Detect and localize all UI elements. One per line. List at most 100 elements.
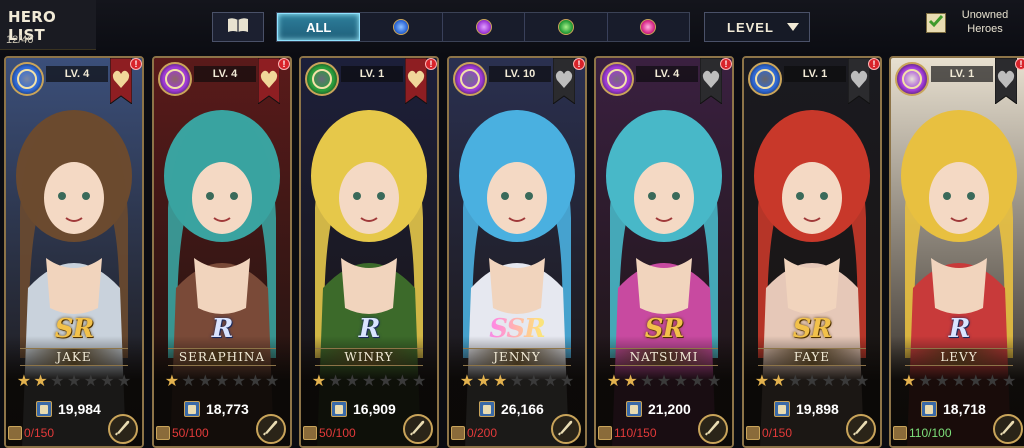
hero-shards: 0/150 (762, 426, 793, 440)
tab-water[interactable] (360, 13, 443, 41)
hero-level: LV. 4 (46, 66, 108, 82)
tab-nature[interactable] (525, 13, 608, 41)
alert-icon: ! (130, 58, 142, 70)
hero-card[interactable]: LV. 4 ! SR JAKE ★ ★ ★ ★ ★ ★ ★ 19,984 0/150 (4, 56, 144, 448)
book-icon (227, 17, 249, 38)
quill-icon (704, 418, 722, 441)
star-icon: ★ (1002, 373, 1017, 390)
sort-dropdown[interactable]: LEVEL (704, 12, 810, 42)
star-rating: ★ ★ ★ ★ ★ ★ ★ (459, 374, 575, 390)
star-icon: ★ (328, 373, 343, 390)
star-icon: ★ (606, 373, 622, 390)
star-icon: ★ (16, 373, 32, 390)
hero-level: LV. 10 (489, 66, 551, 82)
hero-level: LV. 4 (636, 66, 698, 82)
star-icon: ★ (918, 373, 933, 390)
shard-row: 50/100 (156, 424, 209, 442)
star-icon: ★ (83, 373, 98, 390)
tab-fire[interactable] (607, 13, 690, 41)
unowned-heroes-label: Unowned Heroes (961, 9, 1009, 35)
favorite-ribbon[interactable] (110, 58, 132, 104)
favorite-ribbon[interactable] (553, 58, 575, 104)
hero-rarity: R (358, 314, 381, 344)
power-scroll-icon (921, 401, 937, 417)
hero-power: 21,200 (648, 401, 691, 417)
dark-element-icon (475, 19, 492, 35)
star-icon: ★ (821, 373, 836, 390)
hero-power: 18,773 (206, 401, 249, 417)
star-icon: ★ (231, 373, 246, 390)
star-icon: ★ (412, 373, 427, 390)
hero-name: NATSUMI (610, 348, 718, 366)
soul-shard-icon (156, 426, 170, 440)
power-scroll-icon (774, 401, 790, 417)
hero-name: SERAPHINA (168, 348, 276, 366)
hero-card[interactable]: LV. 10 ! SSR JENNY ★ ★ ★ ★ ★ ★ ★ 26,166 0/200 (447, 56, 587, 448)
favorite-ribbon[interactable] (405, 58, 427, 104)
hero-level: LV. 4 (194, 66, 256, 82)
hero-level: LV. 1 (931, 66, 993, 82)
water-element-icon (393, 19, 410, 35)
power-scroll-icon (36, 401, 52, 417)
star-rating: ★ ★ ★ ★ ★ ★ ★ (901, 374, 1017, 390)
recruit-button[interactable] (993, 414, 1023, 444)
hero-power: 19,984 (58, 401, 101, 417)
codex-button[interactable] (212, 12, 264, 42)
hero-card[interactable]: LV. 1 ! SR FAYE ★ ★ ★ ★ ★ ★ ★ 19,898 0/150 (742, 56, 882, 448)
star-icon: ★ (560, 373, 575, 390)
top-bar: HERO LIST 12/40 ALL LEVEL Unowned Heroes (0, 0, 1024, 56)
hero-power: 16,909 (353, 401, 396, 417)
recruit-button[interactable] (403, 414, 433, 444)
star-icon: ★ (181, 373, 196, 390)
element-badge-icon (748, 62, 782, 96)
hero-card[interactable]: LV. 1 ! R WINRY ★ ★ ★ ★ ★ ★ ★ 16,909 50/100 (299, 56, 439, 448)
shard-row: 110/150 (598, 424, 657, 442)
hero-card[interactable]: LV. 4 ! SR NATSUMI ★ ★ ★ ★ ★ ★ ★ 21,200 110/15… (594, 56, 734, 448)
star-icon: ★ (117, 373, 132, 390)
quill-icon (852, 418, 870, 441)
star-icon: ★ (543, 373, 558, 390)
star-icon: ★ (395, 373, 410, 390)
hero-shards: 50/100 (319, 426, 356, 440)
element-glyph-icon (755, 69, 775, 89)
soul-shard-icon (598, 426, 612, 440)
tab-all[interactable]: ALL (277, 13, 361, 41)
star-icon: ★ (623, 373, 638, 390)
alert-icon: ! (278, 58, 290, 70)
hero-rarity: R (948, 314, 971, 344)
star-icon: ★ (526, 373, 541, 390)
hero-count: 12/40 (6, 34, 34, 46)
favorite-ribbon[interactable] (258, 58, 280, 104)
star-icon: ★ (66, 373, 82, 390)
star-icon: ★ (459, 373, 475, 390)
recruit-button[interactable] (698, 414, 728, 444)
element-badge-icon (158, 62, 192, 96)
hero-rarity: R (211, 314, 234, 344)
tab-dark[interactable] (442, 13, 526, 41)
star-icon: ★ (164, 373, 180, 390)
star-rating: ★ ★ ★ ★ ★ ★ ★ (606, 374, 722, 390)
hero-card[interactable]: LV. 1 ! R LEVY ★ ★ ★ ★ ★ ★ ★ 18,718 110/100 (889, 56, 1024, 448)
recruit-button[interactable] (256, 414, 286, 444)
star-icon: ★ (771, 373, 786, 390)
recruit-button[interactable] (846, 414, 876, 444)
quill-icon (409, 418, 427, 441)
alert-icon: ! (1015, 58, 1024, 70)
star-rating: ★ ★ ★ ★ ★ ★ ★ (164, 374, 280, 390)
unowned-heroes-checkbox[interactable] (926, 13, 946, 33)
favorite-ribbon[interactable] (848, 58, 870, 104)
tab-all-label: ALL (306, 19, 332, 35)
checkmark-icon (928, 13, 944, 34)
hero-card[interactable]: LV. 4 ! R SERAPHINA ★ ★ ★ ★ ★ ★ ★ 18,773 50/10… (152, 56, 292, 448)
element-filter-bar: ALL (276, 12, 690, 42)
hero-rarity: SR (644, 314, 684, 344)
recruit-button[interactable] (551, 414, 581, 444)
star-icon: ★ (754, 373, 770, 390)
recruit-button[interactable] (108, 414, 138, 444)
favorite-ribbon[interactable] (700, 58, 722, 104)
power-row: 16,909 (331, 400, 396, 418)
power-scroll-icon (331, 401, 347, 417)
favorite-ribbon[interactable] (995, 58, 1017, 104)
hero-shards: 50/100 (172, 426, 209, 440)
alert-icon: ! (868, 58, 880, 70)
